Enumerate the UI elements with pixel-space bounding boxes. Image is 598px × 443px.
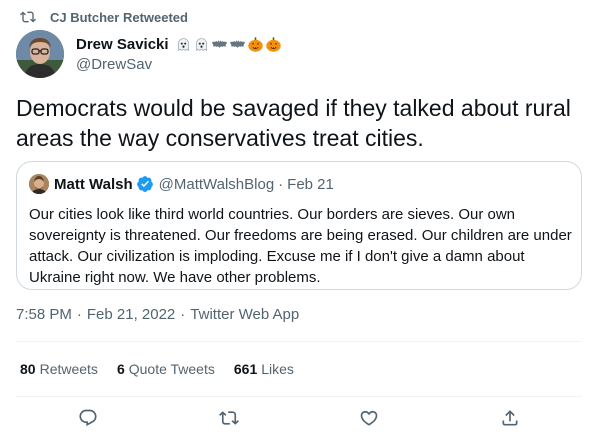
- tweet-text: Democrats would be savaged if they talke…: [16, 95, 571, 151]
- quoted-tweet-date[interactable]: Feb 21: [287, 176, 334, 193]
- quoted-tweet-header: Matt Walsh @MattWalshBlog · Feb 21: [29, 174, 569, 194]
- author-avatar[interactable]: [16, 30, 64, 78]
- retweet-icon: [20, 9, 36, 25]
- tweet-actions: [0, 405, 598, 435]
- ghost-icon: [193, 36, 210, 53]
- quoted-separator: ·: [278, 175, 284, 193]
- bat-icon: [211, 36, 228, 53]
- divider: [16, 341, 582, 342]
- author-handle[interactable]: @DrewSav: [76, 56, 282, 73]
- quote-tweets-count: 6: [116, 361, 125, 377]
- quoted-author-handle: @MattWalshBlog: [158, 175, 275, 193]
- author-name[interactable]: Drew Savicki: [76, 36, 169, 53]
- tweet-meta: 7:58 PM · Feb 21, 2022 · Twitter Web App: [16, 306, 299, 323]
- retweets-count: 80: [20, 361, 36, 377]
- likes-count: 661: [233, 361, 258, 377]
- retweet-context-label: CJ Butcher Retweeted: [50, 9, 188, 25]
- meta-separator: ·: [180, 306, 186, 323]
- quote-tweets-stat[interactable]: 6 Quote Tweets: [117, 361, 215, 377]
- likes-stat[interactable]: 661 Likes: [234, 361, 294, 377]
- quote-tweets-label: Quote Tweets: [128, 361, 215, 377]
- divider: [16, 396, 582, 397]
- retweet-context[interactable]: CJ Butcher Retweeted: [20, 8, 188, 26]
- tweet-time[interactable]: 7:58 PM: [16, 306, 72, 323]
- ghost-icon: [175, 36, 192, 53]
- retweets-label: Retweets: [39, 361, 98, 377]
- reply-icon: [78, 408, 98, 433]
- retweet-icon: [219, 408, 239, 433]
- share-button[interactable]: [498, 408, 522, 432]
- likes-label: Likes: [261, 361, 294, 377]
- jack-o-lantern-icon: [247, 36, 264, 53]
- tweet-source[interactable]: Twitter Web App: [190, 306, 299, 323]
- quoted-tweet-text: Our cities look like third world countri…: [29, 206, 572, 286]
- tweet-stats: 80 Retweets 6 Quote Tweets 661 Likes: [20, 361, 313, 377]
- tweet-author: Drew Savicki @DrewSav: [16, 30, 282, 78]
- bat-icon: [229, 36, 246, 53]
- reply-button[interactable]: [76, 408, 100, 432]
- author-name-emojis: [175, 36, 282, 53]
- like-button[interactable]: [357, 408, 381, 432]
- retweets-stat[interactable]: 80 Retweets: [20, 361, 98, 377]
- jack-o-lantern-icon: [265, 36, 282, 53]
- meta-separator: ·: [76, 306, 82, 323]
- like-icon: [359, 408, 379, 433]
- tweet-date[interactable]: Feb 21, 2022: [87, 306, 175, 323]
- quoted-author-name: Matt Walsh: [54, 175, 133, 193]
- quoted-tweet-card[interactable]: Matt Walsh @MattWalshBlog · Feb 21 Our c…: [16, 161, 582, 290]
- verified-badge-icon: [136, 175, 154, 193]
- quoted-author-avatar: [29, 174, 49, 194]
- retweet-button[interactable]: [217, 408, 241, 432]
- share-icon: [500, 408, 520, 433]
